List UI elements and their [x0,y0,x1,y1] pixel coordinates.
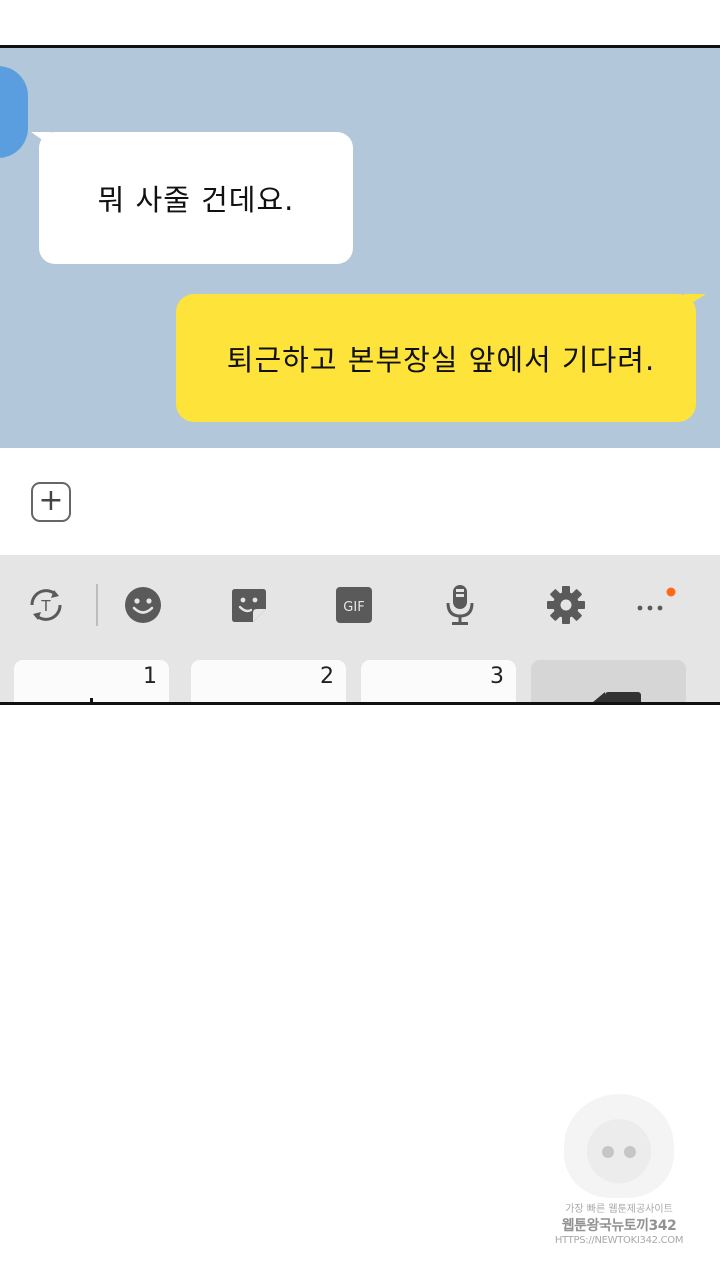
key-number: 3 [490,664,504,689]
keyboard-key-1[interactable]: 1 [14,660,169,702]
watermark-logo: 가장 빠른 웹툰제공사이트 웹툰왕국뉴토끼342 HTTPS://NEWTOKI… [552,1094,686,1264]
message-input-area[interactable] [0,448,720,555]
received-message-text: 뭐 사줄 건데요. [97,183,295,217]
received-message-bubble: 뭐 사줄 건데요. [31,132,353,264]
sent-message-bubble: 퇴근하고 본부장실 앞에서 기다려. [176,294,706,422]
chat-area: 뭐 사줄 건데요. 퇴근하고 본부장실 앞에서 기다려. [0,48,720,448]
watermark-character-image [564,1094,674,1198]
emoji-icon[interactable] [120,582,166,628]
sticker-icon[interactable] [226,582,272,628]
more-icon[interactable] [632,582,678,628]
gif-icon[interactable]: GIF [331,582,377,628]
backspace-key[interactable] [531,660,686,702]
key-number: 2 [320,664,334,689]
text-toggle-icon[interactable]: T [23,582,69,628]
phone-screenshot-panel: 뭐 사줄 건데요. 퇴근하고 본부장실 앞에서 기다려. + T GIF 1 2… [0,45,720,705]
attach-plus-button[interactable]: + [31,482,71,522]
page: 뭐 사줄 건데요. 퇴근하고 본부장실 앞에서 기다려. + T GIF 1 2… [0,0,720,1280]
key-number: 1 [143,664,157,689]
backspace-icon [593,692,641,702]
microphone-icon[interactable] [437,582,483,628]
keyboard-key-2[interactable]: 2 [191,660,346,702]
svg-text:T: T [40,597,51,615]
gear-icon[interactable] [543,582,589,628]
watermark-tagline: 가장 빠른 웹툰제공사이트 [565,1204,673,1215]
watermark-url: HTTPS://NEWTOKI342.COM [554,1235,684,1246]
sent-message-text: 퇴근하고 본부장실 앞에서 기다려. [226,343,656,377]
key-glyph-fragment [90,698,93,702]
notification-dot [666,587,676,597]
keyboard-key-3[interactable]: 3 [361,660,516,702]
toolbar-separator [96,584,98,626]
watermark-site-name: 웹툰왕국뉴토끼342 [561,1218,677,1234]
avatar[interactable] [0,66,28,158]
svg-text:GIF: GIF [343,600,364,615]
